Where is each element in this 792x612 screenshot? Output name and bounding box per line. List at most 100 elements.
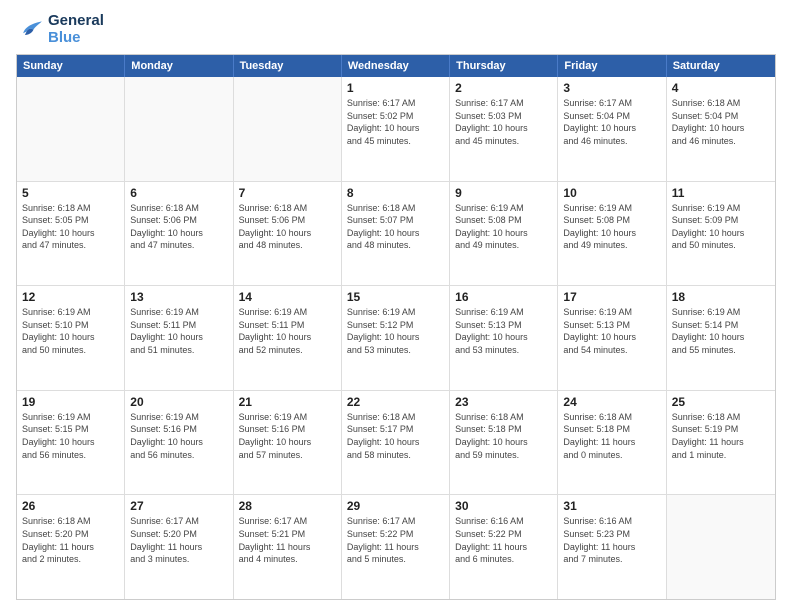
calendar-day: 19 Sunrise: 6:19 AM Sunset: 5:15 PM Dayli… xyxy=(17,391,125,495)
calendar-day: 3Sunrise: 6:17 AM Sunset: 5:04 PM Daylig… xyxy=(558,77,666,181)
day-info: Sunrise: 6:18 AM Sunset: 5:20 PM Dayligh… xyxy=(22,515,119,565)
day-info: Sunrise: 6:19 AM Sunset: 5:16 PM Dayligh… xyxy=(239,411,336,461)
day-number: 9 xyxy=(455,186,552,200)
day-info: Sunrise: 6:19 AM Sunset: 5:08 PM Dayligh… xyxy=(455,202,552,252)
day-number: 28 xyxy=(239,499,336,513)
calendar-day: 1Sunrise: 6:17 AM Sunset: 5:02 PM Daylig… xyxy=(342,77,450,181)
day-number: 19 xyxy=(22,395,119,409)
calendar-day: 14Sunrise: 6:19 AM Sunset: 5:11 PM Dayli… xyxy=(234,286,342,390)
calendar-week: 5 Sunrise: 6:18 AM Sunset: 5:05 PM Daylig… xyxy=(17,182,775,287)
day-number: 11 xyxy=(672,186,770,200)
day-number: 20 xyxy=(130,395,227,409)
calendar-day: 10 Sunrise: 6:19 AM Sunset: 5:08 PM Dayli… xyxy=(558,182,666,286)
day-number: 26 xyxy=(22,499,119,513)
day-number: 4 xyxy=(672,81,770,95)
day-info: Sunrise: 6:19 AM Sunset: 5:11 PM Dayligh… xyxy=(130,306,227,356)
logo-text: General Blue xyxy=(48,12,104,46)
day-info: Sunrise: 6:19 AM Sunset: 5:11 PM Dayligh… xyxy=(239,306,336,356)
weekday-header: Monday xyxy=(125,55,233,77)
calendar-header: SundayMondayTuesdayWednesdayThursdayFrid… xyxy=(17,55,775,77)
weekday-header: Saturday xyxy=(667,55,775,77)
day-info: Sunrise: 6:19 AM Sunset: 5:12 PM Dayligh… xyxy=(347,306,444,356)
day-number: 16 xyxy=(455,290,552,304)
day-info: Sunrise: 6:18 AM Sunset: 5:04 PM Dayligh… xyxy=(672,97,770,147)
day-info: Sunrise: 6:19 AM Sunset: 5:15 PM Dayligh… xyxy=(22,411,119,461)
day-number: 15 xyxy=(347,290,444,304)
day-info: Sunrise: 6:16 AM Sunset: 5:22 PM Dayligh… xyxy=(455,515,552,565)
calendar-empty-day xyxy=(234,77,342,181)
day-info: Sunrise: 6:19 AM Sunset: 5:10 PM Dayligh… xyxy=(22,306,119,356)
weekday-header: Sunday xyxy=(17,55,125,77)
day-info: Sunrise: 6:19 AM Sunset: 5:08 PM Dayligh… xyxy=(563,202,660,252)
day-info: Sunrise: 6:18 AM Sunset: 5:06 PM Dayligh… xyxy=(239,202,336,252)
day-info: Sunrise: 6:18 AM Sunset: 5:19 PM Dayligh… xyxy=(672,411,770,461)
day-info: Sunrise: 6:18 AM Sunset: 5:06 PM Dayligh… xyxy=(130,202,227,252)
calendar-week: 19 Sunrise: 6:19 AM Sunset: 5:15 PM Dayli… xyxy=(17,391,775,496)
calendar-day: 26 Sunrise: 6:18 AM Sunset: 5:20 PM Dayli… xyxy=(17,495,125,599)
day-info: Sunrise: 6:17 AM Sunset: 5:03 PM Dayligh… xyxy=(455,97,552,147)
day-info: Sunrise: 6:18 AM Sunset: 5:07 PM Dayligh… xyxy=(347,202,444,252)
header: General Blue xyxy=(16,12,776,46)
calendar-week: 12 Sunrise: 6:19 AM Sunset: 5:10 PM Dayli… xyxy=(17,286,775,391)
day-info: Sunrise: 6:17 AM Sunset: 5:21 PM Dayligh… xyxy=(239,515,336,565)
day-number: 17 xyxy=(563,290,660,304)
day-info: Sunrise: 6:19 AM Sunset: 5:16 PM Dayligh… xyxy=(130,411,227,461)
calendar-week: 26 Sunrise: 6:18 AM Sunset: 5:20 PM Dayli… xyxy=(17,495,775,599)
calendar-empty-day xyxy=(667,495,775,599)
day-info: Sunrise: 6:17 AM Sunset: 5:02 PM Dayligh… xyxy=(347,97,444,147)
day-info: Sunrise: 6:16 AM Sunset: 5:23 PM Dayligh… xyxy=(563,515,660,565)
calendar-day: 8 Sunrise: 6:18 AM Sunset: 5:07 PM Daylig… xyxy=(342,182,450,286)
day-info: Sunrise: 6:17 AM Sunset: 5:22 PM Dayligh… xyxy=(347,515,444,565)
day-info: Sunrise: 6:18 AM Sunset: 5:17 PM Dayligh… xyxy=(347,411,444,461)
day-info: Sunrise: 6:18 AM Sunset: 5:18 PM Dayligh… xyxy=(455,411,552,461)
logo: General Blue xyxy=(16,12,104,46)
day-number: 7 xyxy=(239,186,336,200)
weekday-header: Wednesday xyxy=(342,55,450,77)
day-number: 23 xyxy=(455,395,552,409)
day-number: 21 xyxy=(239,395,336,409)
day-info: Sunrise: 6:17 AM Sunset: 5:20 PM Dayligh… xyxy=(130,515,227,565)
day-number: 29 xyxy=(347,499,444,513)
day-number: 12 xyxy=(22,290,119,304)
day-info: Sunrise: 6:19 AM Sunset: 5:09 PM Dayligh… xyxy=(672,202,770,252)
day-info: Sunrise: 6:19 AM Sunset: 5:13 PM Dayligh… xyxy=(563,306,660,356)
calendar-day: 27Sunrise: 6:17 AM Sunset: 5:20 PM Dayli… xyxy=(125,495,233,599)
day-number: 24 xyxy=(563,395,660,409)
day-number: 13 xyxy=(130,290,227,304)
calendar-day: 12 Sunrise: 6:19 AM Sunset: 5:10 PM Dayli… xyxy=(17,286,125,390)
calendar-day: 25Sunrise: 6:18 AM Sunset: 5:19 PM Dayli… xyxy=(667,391,775,495)
calendar-day: 18 Sunrise: 6:19 AM Sunset: 5:14 PM Dayli… xyxy=(667,286,775,390)
calendar-day: 2 Sunrise: 6:17 AM Sunset: 5:03 PM Daylig… xyxy=(450,77,558,181)
calendar-week: 1Sunrise: 6:17 AM Sunset: 5:02 PM Daylig… xyxy=(17,77,775,182)
day-number: 3 xyxy=(563,81,660,95)
calendar-day: 11 Sunrise: 6:19 AM Sunset: 5:09 PM Dayli… xyxy=(667,182,775,286)
calendar-day: 4 Sunrise: 6:18 AM Sunset: 5:04 PM Daylig… xyxy=(667,77,775,181)
day-number: 2 xyxy=(455,81,552,95)
calendar-day: 20 Sunrise: 6:19 AM Sunset: 5:16 PM Dayli… xyxy=(125,391,233,495)
day-number: 22 xyxy=(347,395,444,409)
day-info: Sunrise: 6:19 AM Sunset: 5:13 PM Dayligh… xyxy=(455,306,552,356)
day-info: Sunrise: 6:18 AM Sunset: 5:05 PM Dayligh… xyxy=(22,202,119,252)
calendar-day: 13 Sunrise: 6:19 AM Sunset: 5:11 PM Dayli… xyxy=(125,286,233,390)
calendar-body: 1Sunrise: 6:17 AM Sunset: 5:02 PM Daylig… xyxy=(17,77,775,599)
calendar-day: 6Sunrise: 6:18 AM Sunset: 5:06 PM Daylig… xyxy=(125,182,233,286)
calendar-day: 7 Sunrise: 6:18 AM Sunset: 5:06 PM Daylig… xyxy=(234,182,342,286)
calendar-day: 29 Sunrise: 6:17 AM Sunset: 5:22 PM Dayli… xyxy=(342,495,450,599)
day-number: 18 xyxy=(672,290,770,304)
calendar-day: 15 Sunrise: 6:19 AM Sunset: 5:12 PM Dayli… xyxy=(342,286,450,390)
calendar-empty-day xyxy=(125,77,233,181)
weekday-header: Friday xyxy=(558,55,666,77)
calendar: SundayMondayTuesdayWednesdayThursdayFrid… xyxy=(16,54,776,600)
calendar-day: 17 Sunrise: 6:19 AM Sunset: 5:13 PM Dayli… xyxy=(558,286,666,390)
calendar-day: 22 Sunrise: 6:18 AM Sunset: 5:17 PM Dayli… xyxy=(342,391,450,495)
calendar-day: 23 Sunrise: 6:18 AM Sunset: 5:18 PM Dayli… xyxy=(450,391,558,495)
day-number: 10 xyxy=(563,186,660,200)
calendar-day: 31Sunrise: 6:16 AM Sunset: 5:23 PM Dayli… xyxy=(558,495,666,599)
day-number: 5 xyxy=(22,186,119,200)
page: General Blue SundayMondayTuesdayWednesda… xyxy=(0,0,792,612)
day-number: 8 xyxy=(347,186,444,200)
calendar-day: 24Sunrise: 6:18 AM Sunset: 5:18 PM Dayli… xyxy=(558,391,666,495)
weekday-header: Thursday xyxy=(450,55,558,77)
weekday-header: Tuesday xyxy=(234,55,342,77)
day-info: Sunrise: 6:19 AM Sunset: 5:14 PM Dayligh… xyxy=(672,306,770,356)
